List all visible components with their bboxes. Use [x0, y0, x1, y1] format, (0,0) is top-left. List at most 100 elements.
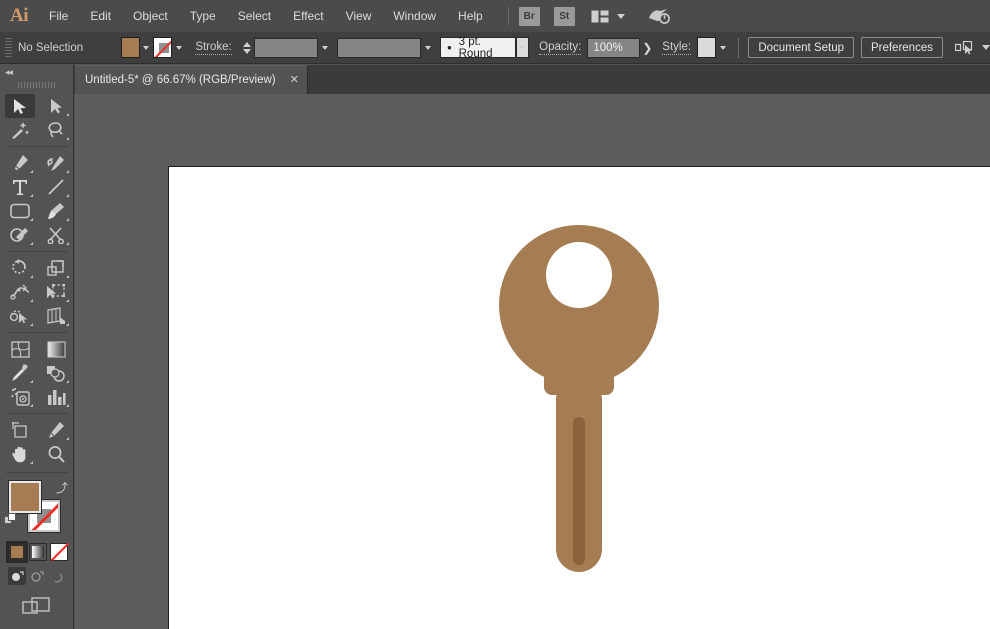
fill-color-indicator[interactable] [8, 480, 42, 514]
perspective-grid-tool[interactable] [41, 304, 71, 328]
rectangle-tool[interactable] [5, 199, 35, 223]
menu-item-type[interactable]: Type [179, 0, 227, 32]
paintbrush-tool[interactable] [41, 199, 71, 223]
stroke-profile-input[interactable] [337, 37, 422, 58]
stroke-weight-dropdown-icon[interactable] [318, 37, 331, 58]
blend-tool[interactable] [41, 361, 71, 385]
tools-divider-3 [6, 332, 68, 333]
default-fill-stroke-icon[interactable] [4, 513, 17, 526]
menu-item-effect[interactable]: Effect [282, 0, 334, 32]
menu-item-window[interactable]: Window [382, 0, 447, 32]
rotate-tool[interactable] [5, 256, 35, 280]
direct-selection-tool[interactable] [41, 94, 71, 118]
stroke-profile-dropdown-icon[interactable] [421, 37, 434, 58]
menu-item-help[interactable]: Help [447, 0, 494, 32]
color-fill-mode-button[interactable] [6, 541, 28, 563]
curvature-tool[interactable] [41, 151, 71, 175]
document-tab-bar: Untitled-5* @ 66.67% (RGB/Preview) ✕ [0, 65, 990, 94]
close-icon[interactable]: ✕ [290, 74, 299, 86]
mesh-tool[interactable] [5, 337, 35, 361]
tools-divider-2 [6, 251, 68, 252]
menu-item-object[interactable]: Object [122, 0, 179, 32]
opacity-options-icon[interactable]: ❯ [640, 37, 654, 58]
watermark: 网 om [359, 232, 405, 302]
fill-color-swatch[interactable] [120, 37, 140, 58]
stroke-label: Stroke: [195, 41, 232, 55]
shape-builder-tool[interactable] [5, 304, 35, 328]
change-screen-mode-button[interactable] [0, 585, 73, 617]
select-similar-chevron-icon[interactable] [981, 45, 990, 50]
opacity-label: Opacity: [539, 41, 582, 55]
artboard[interactable]: 网 om [168, 166, 990, 629]
stroke-color-swatch[interactable] [152, 37, 173, 58]
menu-item-edit[interactable]: Edit [79, 0, 122, 32]
brush-definition-field[interactable]: • 3 pt. Round [440, 35, 516, 60]
fill-swatch-dropdown-icon[interactable] [140, 37, 153, 58]
shaper-tool[interactable] [5, 223, 35, 247]
chevron-down-icon[interactable] [616, 13, 625, 19]
scissors-tool[interactable] [41, 223, 71, 247]
artboard-tool[interactable] [5, 418, 35, 442]
selection-tool[interactable] [5, 94, 35, 118]
scale-tool[interactable] [41, 256, 71, 280]
hand-tool[interactable] [5, 442, 35, 466]
line-segment-tool[interactable] [41, 175, 71, 199]
type-tool[interactable] [5, 175, 35, 199]
brush-definition-dropdown-icon[interactable] [515, 37, 530, 58]
swap-fill-stroke-icon[interactable]: ⤴ [56, 479, 68, 496]
free-transform-tool[interactable] [41, 280, 71, 304]
none-fill-mode-button[interactable] [50, 542, 70, 562]
key-illustration[interactable] [499, 217, 659, 592]
tools-panel-header[interactable]: ◂◂ [0, 65, 73, 79]
gradient-fill-mode-button[interactable] [29, 543, 47, 561]
zoom-tool[interactable] [41, 442, 71, 466]
illustrator-window: Ai File Edit Object Type Select Effect V… [0, 0, 990, 629]
graphic-style-swatch[interactable] [697, 37, 717, 58]
watermark-cn-text: 网 [359, 228, 405, 282]
symbol-sprayer-tool[interactable] [5, 385, 35, 409]
width-tool[interactable] [5, 280, 35, 304]
document-tab[interactable]: Untitled-5* @ 66.67% (RGB/Preview) ✕ [75, 65, 308, 94]
tools-panel-grip[interactable] [0, 80, 73, 90]
canvas-area[interactable]: 网 om [75, 94, 990, 629]
tools-grid [0, 94, 74, 466]
stock-button[interactable]: St [553, 6, 575, 26]
stroke-weight-stepper[interactable] [242, 41, 251, 54]
lasso-tool[interactable] [41, 118, 71, 142]
draw-normal-button[interactable] [8, 567, 26, 585]
fill-stroke-controls: ⤴ [0, 477, 74, 539]
arrange-documents-icon[interactable] [591, 10, 609, 23]
gradient-tool[interactable] [41, 337, 71, 361]
bridge-button[interactable]: Br [518, 6, 540, 26]
style-label: Style: [662, 41, 692, 55]
menu-item-file[interactable]: File [38, 0, 79, 32]
opacity-input[interactable]: 100% [587, 37, 641, 58]
menu-item-select[interactable]: Select [227, 0, 282, 32]
stroke-weight-input[interactable] [253, 37, 319, 58]
document-setup-button[interactable]: Document Setup [748, 37, 855, 58]
brush-definition-value: 3 pt. Round [458, 35, 493, 60]
tools-divider-4 [6, 413, 68, 414]
draw-inside-button[interactable] [48, 567, 66, 585]
watermark-en-text: om [363, 278, 398, 303]
tools-panel: ◂◂ ⤴ [0, 65, 74, 629]
collapse-panel-icon[interactable]: ◂◂ [5, 67, 13, 78]
control-bar-grip[interactable] [5, 37, 12, 58]
creative-cloud-sync-icon[interactable] [647, 7, 671, 25]
draw-behind-button[interactable] [28, 567, 46, 585]
column-graph-tool[interactable] [41, 385, 71, 409]
eyedropper-tool[interactable] [5, 361, 35, 385]
graphic-style-dropdown-icon[interactable] [716, 37, 729, 58]
slice-tool[interactable] [41, 418, 71, 442]
drawing-mode-row [0, 561, 73, 585]
select-similar-objects-icon[interactable] [954, 40, 974, 55]
preferences-button[interactable]: Preferences [860, 37, 943, 58]
control-bar: No Selection Stroke: • 3 pt. Round Opaci… [0, 32, 990, 64]
stroke-swatch-dropdown-icon[interactable] [172, 37, 185, 58]
control-bar-divider [738, 37, 740, 58]
menu-divider [507, 7, 509, 25]
selection-status-label: No Selection [17, 41, 84, 54]
menu-item-view[interactable]: View [335, 0, 383, 32]
pen-tool[interactable] [5, 151, 35, 175]
magic-wand-tool[interactable] [5, 118, 35, 142]
